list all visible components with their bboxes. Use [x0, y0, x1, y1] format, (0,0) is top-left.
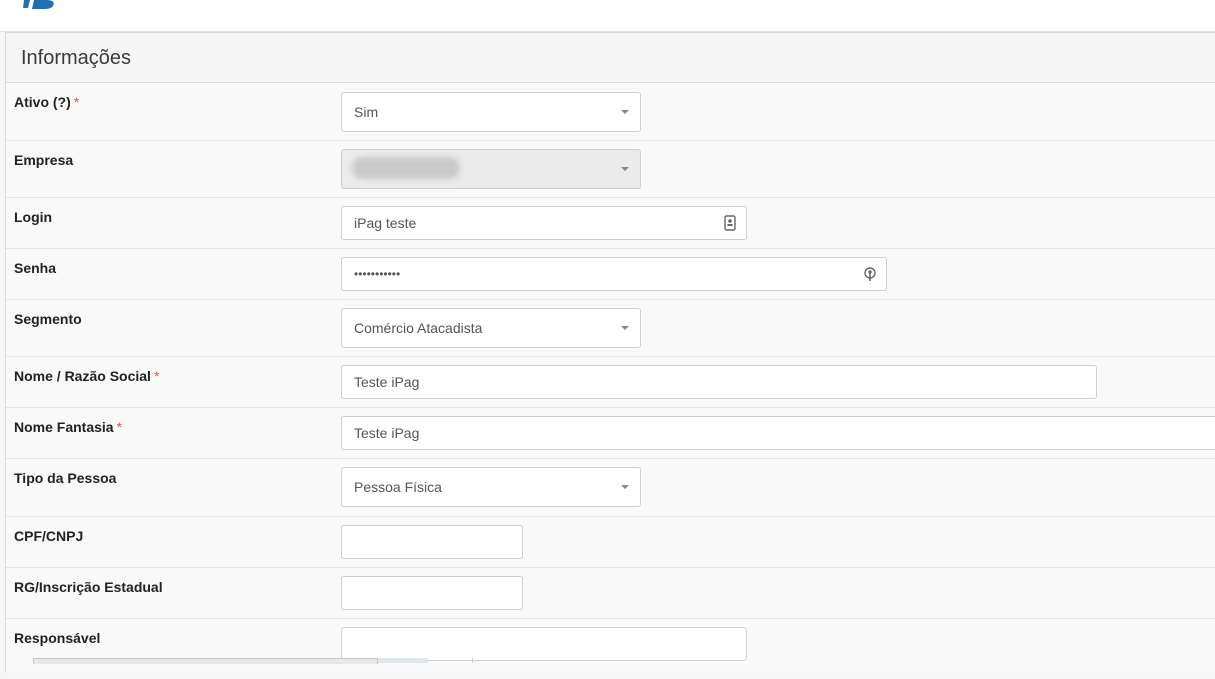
login-label: Login	[14, 209, 53, 225]
horizontal-scrollbar[interactable]	[33, 658, 378, 664]
ativo-label: Ativo (?) *	[14, 94, 80, 110]
empresa-select[interactable]	[341, 149, 641, 189]
row-login: Login iPag teste	[6, 198, 1215, 249]
chevron-down-icon	[621, 110, 629, 114]
nome-razao-label: Nome / Razão Social *	[14, 368, 160, 384]
rg-ie-label: RG/Inscrição Estadual	[14, 579, 163, 595]
nome-razao-input[interactable]: Teste iPag	[341, 365, 1097, 399]
cpf-cnpj-label: CPF/CNPJ	[14, 528, 84, 544]
panel-heading: Informações	[6, 33, 1215, 83]
cpf-cnpj-input[interactable]	[341, 525, 523, 559]
redacted-value	[352, 157, 460, 179]
chevron-down-icon	[621, 326, 629, 330]
row-tipo-pessoa: Tipo da Pessoa Pessoa Física	[6, 459, 1215, 517]
segmento-value: Comércio Atacadista	[354, 320, 483, 336]
row-ativo: Ativo (?) * Sim	[6, 83, 1215, 141]
ativo-select[interactable]: Sim	[341, 92, 641, 132]
top-bar	[0, 0, 1215, 32]
nome-razao-value: Teste iPag	[354, 374, 420, 390]
ativo-value: Sim	[354, 104, 379, 120]
segmento-select[interactable]: Comércio Atacadista	[341, 308, 641, 348]
responsavel-label: Responsável	[14, 630, 101, 646]
chevron-down-icon	[621, 485, 629, 489]
senha-value: •••••••••••	[354, 267, 401, 281]
segmento-label: Segmento	[14, 311, 82, 327]
rg-ie-input[interactable]	[341, 576, 523, 610]
tipo-pessoa-value: Pessoa Física	[354, 479, 442, 495]
login-value: iPag teste	[354, 215, 417, 231]
contact-card-icon	[724, 215, 736, 231]
panel-title: Informações	[21, 47, 132, 69]
chevron-down-icon	[621, 167, 629, 171]
login-input[interactable]: iPag teste	[341, 206, 747, 240]
row-senha: Senha •••••••••••	[6, 249, 1215, 300]
row-empresa: Empresa	[6, 141, 1215, 198]
senha-input[interactable]: •••••••••••	[341, 257, 887, 291]
required-marker: *	[116, 419, 123, 435]
responsavel-input[interactable]	[341, 627, 747, 661]
nome-fantasia-value: Teste iPag	[354, 425, 420, 441]
row-nome-razao: Nome / Razão Social * Teste iPag	[6, 357, 1215, 408]
key-icon	[864, 267, 876, 281]
logo-icon	[23, 0, 54, 9]
empresa-label: Empresa	[14, 152, 74, 168]
senha-label: Senha	[14, 260, 57, 276]
required-marker: *	[153, 368, 160, 384]
informacoes-panel: Informações Ativo (?) * Sim Empresa Login…	[5, 32, 1215, 673]
row-responsavel: Responsável	[6, 619, 1215, 679]
nome-fantasia-label: Nome Fantasia *	[14, 419, 123, 435]
nome-fantasia-input[interactable]: Teste iPag	[341, 416, 1215, 450]
divider	[472, 658, 473, 663]
tipo-pessoa-select[interactable]: Pessoa Física	[341, 467, 641, 507]
tipo-pessoa-label: Tipo da Pessoa	[14, 470, 117, 486]
row-segmento: Segmento Comércio Atacadista	[6, 300, 1215, 357]
required-marker: *	[73, 94, 80, 110]
bottom-tab[interactable]	[378, 658, 428, 663]
row-nome-fantasia: Nome Fantasia * Teste iPag	[6, 408, 1215, 459]
row-rg-ie: RG/Inscrição Estadual	[6, 568, 1215, 619]
row-cpf-cnpj: CPF/CNPJ	[6, 517, 1215, 568]
